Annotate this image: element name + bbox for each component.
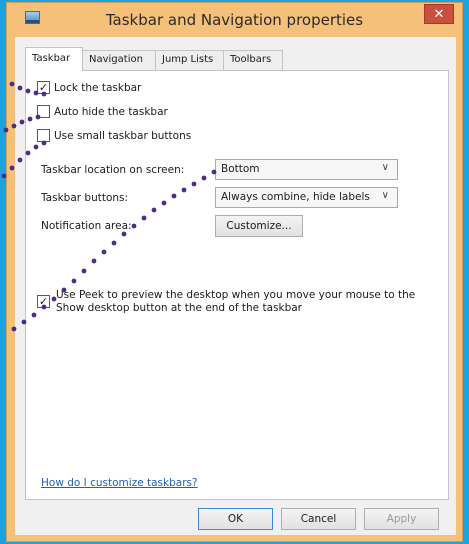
- taskbar-app-icon: [25, 11, 40, 24]
- tab-navigation[interactable]: Navigation: [82, 50, 156, 70]
- location-value: Bottom: [221, 163, 260, 175]
- customize-button[interactable]: Customize...: [215, 215, 303, 237]
- peek-checkbox[interactable]: ✓: [37, 295, 50, 308]
- close-icon: ✕: [433, 6, 445, 22]
- buttons-value: Always combine, hide labels: [221, 191, 370, 203]
- check-icon: ✓: [38, 81, 49, 94]
- apply-button[interactable]: Apply: [364, 508, 439, 530]
- cancel-button[interactable]: Cancel: [281, 508, 356, 530]
- tab-taskbar[interactable]: Taskbar: [25, 47, 83, 71]
- buttons-select[interactable]: Always combine, hide labels ∨: [215, 187, 398, 208]
- lock-taskbar-row[interactable]: ✓ Lock the taskbar: [37, 81, 141, 94]
- location-label: Taskbar location on screen:: [41, 164, 185, 176]
- autohide-checkbox[interactable]: [37, 105, 50, 118]
- check-icon: ✓: [38, 295, 49, 308]
- chevron-down-icon: ∨: [381, 190, 389, 201]
- location-select[interactable]: Bottom ∨: [215, 159, 398, 180]
- window-title: Taskbar and Navigation properties: [105, 11, 364, 29]
- lock-taskbar-label: Lock the taskbar: [54, 81, 142, 94]
- properties-window: Taskbar and Navigation properties ✕ Task…: [6, 2, 463, 542]
- close-button[interactable]: ✕: [424, 4, 454, 24]
- peek-label: Use Peek to preview the desktop when you…: [56, 289, 416, 314]
- small-buttons-row[interactable]: Use small taskbar buttons: [37, 129, 191, 142]
- help-link[interactable]: How do I customize taskbars?: [41, 477, 198, 489]
- lock-taskbar-checkbox[interactable]: ✓: [37, 81, 50, 94]
- chevron-down-icon: ∨: [381, 162, 389, 173]
- buttons-label: Taskbar buttons:: [41, 192, 129, 204]
- ok-button[interactable]: OK: [198, 508, 273, 530]
- tab-toolbars[interactable]: Toolbars: [223, 50, 283, 70]
- peek-row[interactable]: ✓: [37, 295, 54, 308]
- tab-jump-lists[interactable]: Jump Lists: [155, 50, 224, 70]
- title-bar: Taskbar and Navigation properties ✕: [7, 3, 462, 37]
- taskbar-tab-panel: ✓ Lock the taskbar Auto hide the taskbar…: [25, 70, 449, 500]
- small-buttons-checkbox[interactable]: [37, 129, 50, 142]
- autohide-row[interactable]: Auto hide the taskbar: [37, 105, 168, 118]
- autohide-label: Auto hide the taskbar: [54, 105, 168, 118]
- dialog-client-area: Taskbar Navigation Jump Lists Toolbars ✓…: [15, 37, 456, 535]
- notification-label: Notification area:: [41, 220, 132, 232]
- small-buttons-label: Use small taskbar buttons: [54, 129, 192, 142]
